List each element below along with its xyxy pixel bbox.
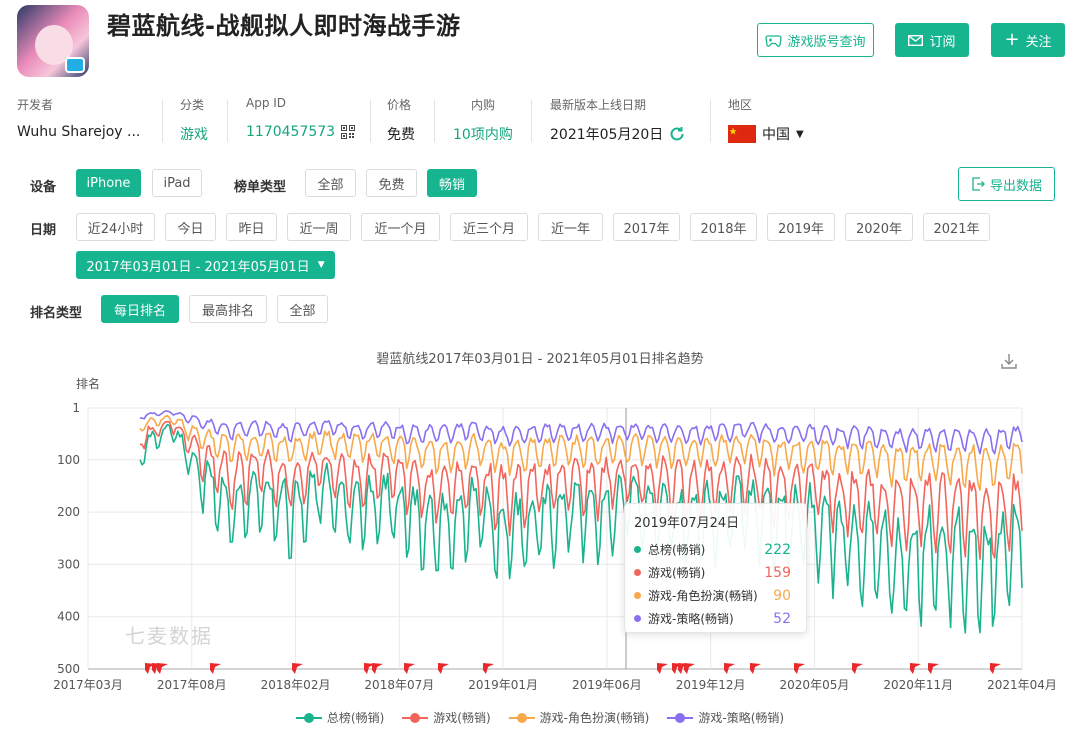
tooltip-row: 游戏-角色扮演(畅销) 90 [634,584,797,607]
x-tick-label: 2020年11月 [883,678,953,692]
tooltip-series-name: 游戏-策略(畅销) [648,612,734,626]
x-tick-label: 2019年06月 [572,678,642,692]
tooltip-series-name: 游戏(畅销) [648,566,706,580]
chart-legend: 总榜(畅销) 游戏(畅销) 游戏-角色扮演(畅销) 游戏-策略(畅销) [0,709,1080,726]
x-tick-label: 2019年12月 [676,678,746,692]
y-tick-label: 400 [57,610,80,624]
x-tick-label: 2020年05月 [780,678,850,692]
series-dot-icon [634,592,641,599]
tooltip-series-value: 159 [764,564,791,581]
legend-item[interactable]: 游戏(畅销) [402,709,491,726]
tooltip-row: 总榜(畅销) 222 [634,538,797,561]
y-tick-label: 100 [57,453,80,467]
watermark: 七麦数据 [125,624,213,648]
tooltip-series-name: 游戏-角色扮演(畅销) [648,589,758,603]
tooltip-series-value: 90 [773,587,791,604]
tooltip-series-name: 总榜(畅销) [648,543,706,557]
tooltip-row: 游戏-策略(畅销) 52 [634,607,797,630]
x-tick-label: 2018年02月 [261,678,331,692]
legend-label: 总榜(畅销) [326,711,385,725]
legend-swatch-icon [667,712,694,724]
legend-item[interactable]: 游戏-策略(畅销) [667,709,784,726]
legend-swatch-icon [295,712,322,724]
legend-item[interactable]: 游戏-角色扮演(畅销) [508,709,650,726]
x-tick-label: 2019年01月 [468,678,538,692]
y-axis-title: 排名 [76,376,100,391]
legend-swatch-icon [402,712,429,724]
legend-label: 游戏(畅销) [433,711,491,725]
series-dot-icon [634,615,641,622]
x-tick-label: 2017年08月 [157,678,227,692]
legend-item[interactable]: 总榜(畅销) [295,709,385,726]
x-tick-label: 2021年04月 [987,678,1057,692]
tooltip-series-value: 222 [764,541,791,558]
y-tick-label: 200 [57,505,80,519]
x-tick-label: 2018年07月 [364,678,434,692]
legend-label: 游戏-策略(畅销) [698,711,785,725]
chart-tooltip: 2019年07月24日 总榜(畅销) 222 游戏(畅销) 159 游戏-角色扮演(畅销… [624,503,807,633]
legend-swatch-icon [508,712,535,724]
series-dot-icon [634,569,641,576]
x-tick-label: 2017年03月 [53,678,123,692]
y-tick-label: 1 [72,401,80,415]
tooltip-date: 2019年07月24日 [634,516,740,531]
tooltip-row: 游戏(畅销) 159 [634,561,797,584]
tooltip-series-value: 52 [773,610,791,627]
series-dot-icon [634,546,641,553]
legend-label: 游戏-角色扮演(畅销) [539,711,650,725]
y-tick-label: 500 [57,662,80,676]
y-tick-label: 300 [57,557,80,571]
